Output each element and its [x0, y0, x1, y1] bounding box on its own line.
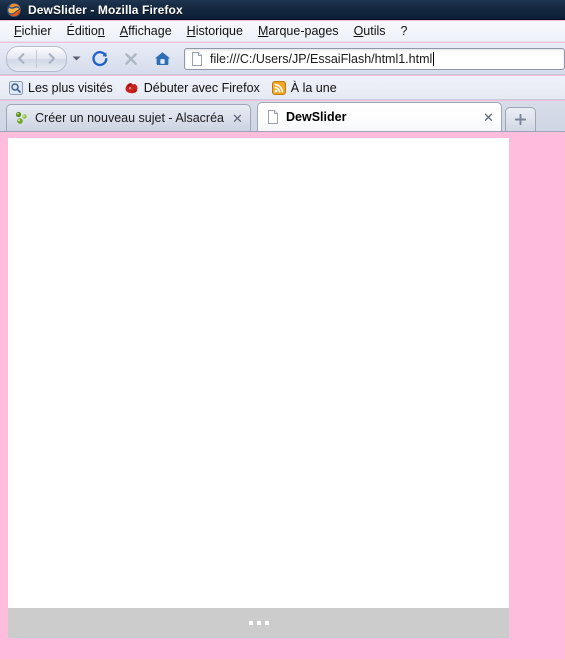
page-document-icon	[189, 51, 205, 67]
arrow-left-icon	[15, 52, 28, 65]
tab-dewslider[interactable]: DewSlider ✕	[257, 102, 502, 131]
pagination-dots[interactable]	[249, 621, 269, 625]
green-dots-favicon	[14, 110, 30, 126]
stop-close-icon	[122, 50, 140, 68]
back-button[interactable]	[7, 48, 36, 70]
forward-button[interactable]	[37, 48, 66, 70]
slider-stage	[8, 138, 509, 608]
bookmark-les-plus-visites[interactable]: Les plus visités	[8, 80, 113, 96]
tab-label: DewSlider	[286, 110, 475, 124]
navigation-toolbar: file:///C:/Users/JP/EssaiFlash/html1.htm…	[0, 43, 565, 75]
title-bar: DewSlider - Mozilla Firefox	[0, 0, 565, 20]
tab-strip: Créer un nouveau sujet - Alsacréati... ✕…	[0, 101, 565, 132]
browser-window: DewSlider - Mozilla Firefox Fichier Édit…	[0, 0, 565, 659]
stop-button[interactable]	[117, 46, 145, 72]
bookmark-label: Les plus visités	[28, 81, 113, 95]
plus-icon	[514, 113, 527, 126]
tab-close-button[interactable]: ✕	[481, 110, 496, 125]
bookmark-label: Débuter avec Firefox	[144, 81, 260, 95]
pagination-dot[interactable]	[257, 621, 261, 625]
tab-label: Créer un nouveau sujet - Alsacréati...	[35, 111, 224, 125]
url-text[interactable]: file:///C:/Users/JP/EssaiFlash/html1.htm…	[210, 52, 432, 66]
back-forward-group	[6, 46, 67, 72]
tab-creer-un-nouveau-sujet[interactable]: Créer un nouveau sujet - Alsacréati... ✕	[6, 104, 251, 131]
pagination-dot[interactable]	[249, 621, 253, 625]
tab-close-button[interactable]: ✕	[230, 111, 245, 126]
menu-affichage[interactable]: Affichage	[113, 23, 180, 39]
bookmarks-toolbar: Les plus visités Débuter avec Firefox	[0, 76, 565, 100]
most-visited-icon	[8, 80, 24, 96]
reload-button[interactable]	[86, 46, 114, 72]
menu-historique[interactable]: Historique	[180, 23, 251, 39]
bookmark-a-la-une[interactable]: À la une	[271, 80, 337, 96]
home-icon	[153, 50, 172, 68]
firefox-head-icon	[124, 80, 140, 96]
new-tab-button[interactable]	[505, 107, 536, 131]
home-button[interactable]	[148, 46, 176, 72]
rss-feed-icon	[271, 80, 287, 96]
arrow-right-icon	[45, 52, 58, 65]
window-title: DewSlider - Mozilla Firefox	[28, 3, 183, 17]
pagination-dot[interactable]	[265, 621, 269, 625]
chevron-down-icon	[72, 55, 81, 62]
page-content-panel	[8, 138, 509, 638]
menu-aide[interactable]: ?	[394, 23, 416, 39]
history-dropdown-button[interactable]	[69, 48, 83, 70]
url-bar[interactable]: file:///C:/Users/JP/EssaiFlash/html1.htm…	[184, 48, 565, 70]
nav-buttons-group	[6, 46, 83, 72]
menu-fichier[interactable]: Fichier	[7, 23, 60, 39]
firefox-logo-icon	[6, 2, 22, 18]
menu-bar: Fichier Édition Affichage Historique Mar…	[0, 21, 565, 42]
page-viewport	[0, 132, 565, 659]
menu-marque-pages[interactable]: Marque-pages	[251, 23, 347, 39]
slider-pagination-bar[interactable]	[8, 608, 509, 638]
page-document-icon	[265, 109, 281, 125]
text-caret	[433, 52, 434, 66]
menu-outils[interactable]: Outils	[347, 23, 394, 39]
bookmark-label: À la une	[291, 81, 337, 95]
bookmark-debuter-avec-firefox[interactable]: Débuter avec Firefox	[124, 80, 260, 96]
reload-icon	[91, 50, 109, 68]
menu-edition[interactable]: Édition	[60, 23, 113, 39]
